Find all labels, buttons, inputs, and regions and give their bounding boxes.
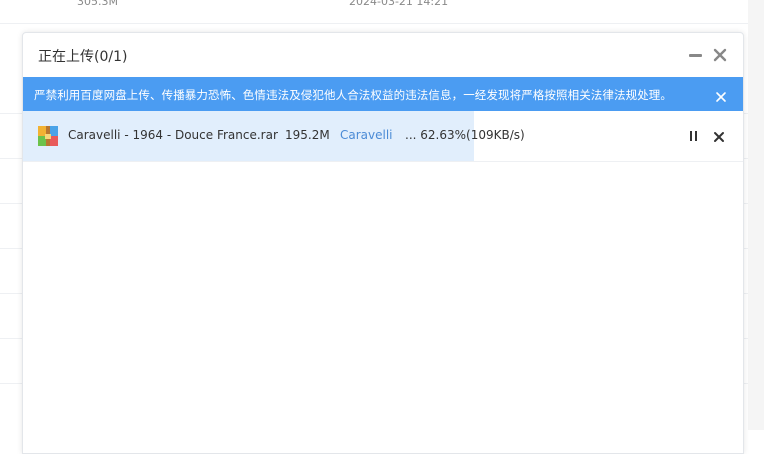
ellipsis: ... [405,128,417,142]
warning-notice-banner: 严禁利用百度网盘上传、传播暴力恐怖、色情违法及侵犯他人合法权益的违法信息，一经发… [23,77,743,111]
upload-file-size: 195.2M [285,128,330,142]
archive-icon [38,126,58,146]
close-panel-button[interactable] [711,46,729,64]
upload-panel: 正在上传(0/1) 严禁利用百度网盘上传、传播暴力恐怖、色情违法及侵犯他人合法权… [22,32,744,454]
upload-destination-link[interactable]: Caravelli [340,128,393,142]
notice-close-button[interactable] [715,88,727,102]
close-icon [713,48,727,62]
minimize-button[interactable] [687,47,703,63]
upload-status: ... 62.63%(109KB/s) [405,128,525,142]
notice-text: 严禁利用百度网盘上传、传播暴力恐怖、色情违法及侵犯他人合法权益的违法信息，一经发… [34,88,672,102]
cancel-upload-button[interactable] [712,129,726,143]
pause-button[interactable] [687,129,699,143]
upload-panel-header: 正在上传(0/1) [23,33,743,77]
close-icon [716,92,726,102]
upload-progress-text: 62.63%(109KB/s) [420,128,525,142]
row-divider [0,23,748,24]
upload-item-row: Caravelli - 1964 - Douce France.rar 195.… [23,111,743,162]
upload-file-name: Caravelli - 1964 - Douce France.rar [68,128,278,142]
upload-panel-title: 正在上传(0/1) [38,49,128,65]
file-date-cell: 2024-03-21 14:21 [349,0,449,8]
scrollbar-track[interactable] [748,0,764,430]
file-size-cell: 305.3M [77,0,118,8]
close-icon [714,132,724,142]
minimize-icon [689,54,702,57]
